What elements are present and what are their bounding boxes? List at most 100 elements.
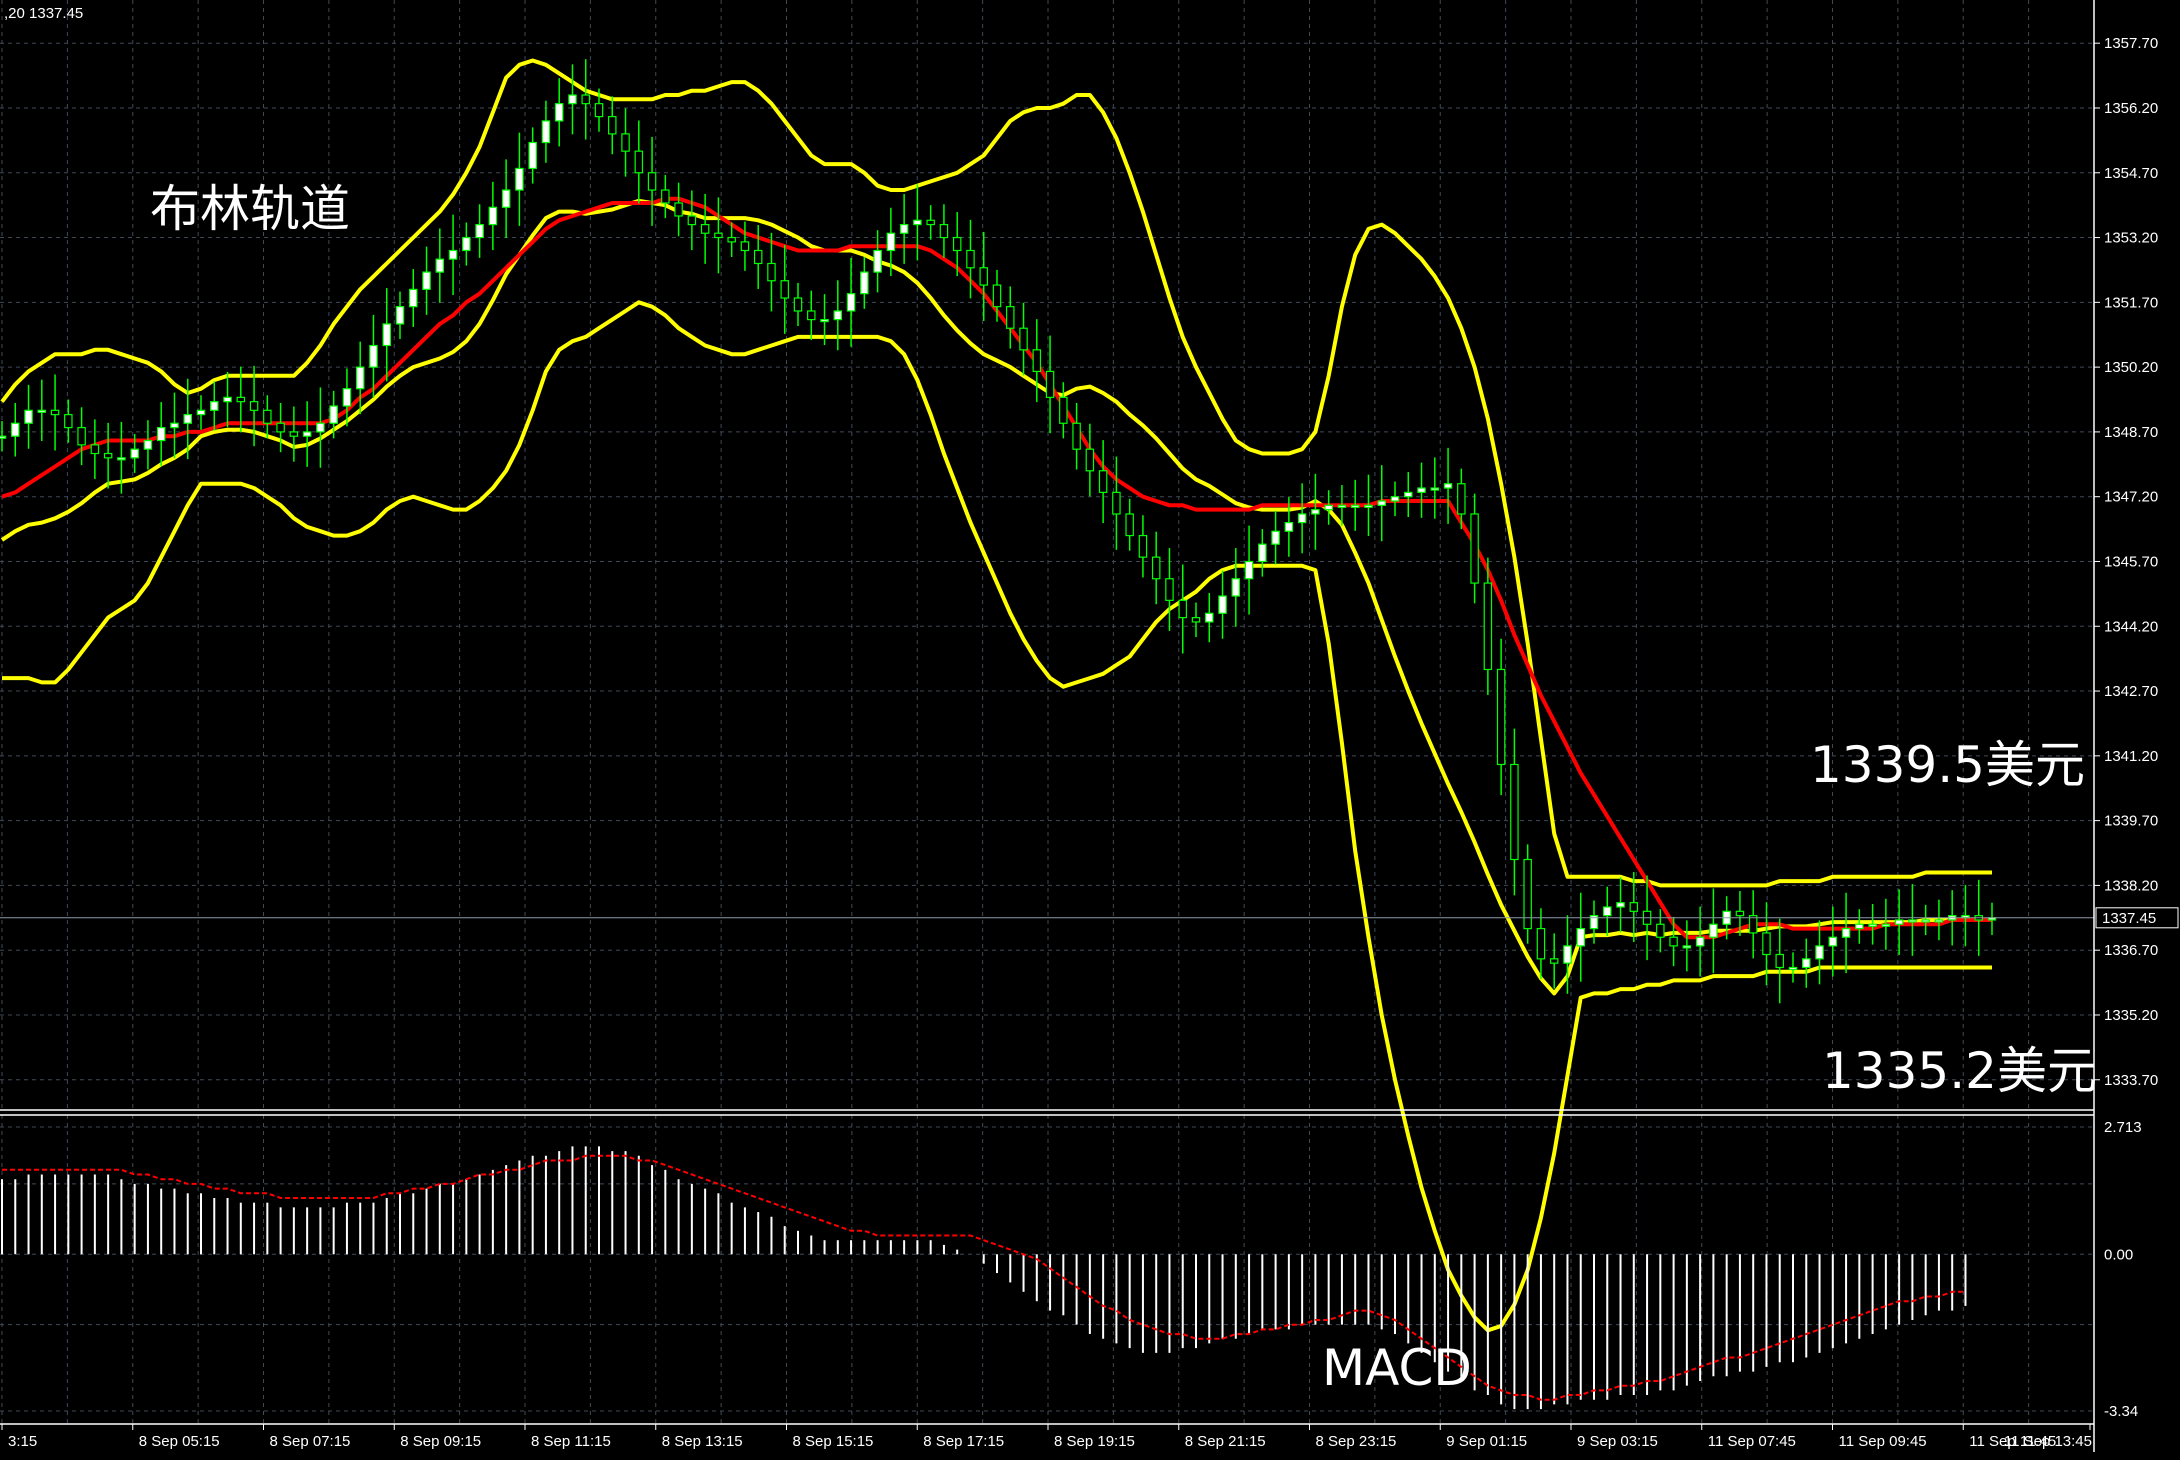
candle-body <box>979 267 988 286</box>
macd-tick-label: -3.34 <box>2104 1403 2138 1420</box>
price-tick-label: 1333.70 <box>2104 1072 2158 1089</box>
candle-body <box>939 223 949 239</box>
candle-body <box>515 167 524 191</box>
time-tick-label: 9 Sep 01:15 <box>1446 1433 1527 1450</box>
price-tick-label: 1339.70 <box>2104 813 2158 830</box>
trading-chart: 1357.70 1356.20 1354.70 1353.20 1351.70 1350.… <box>0 0 2180 1460</box>
macd-label: MACD <box>1322 1339 1472 1397</box>
candle-body <box>1496 668 1506 766</box>
candle-body <box>1855 923 1864 930</box>
time-tick-label: 8 Sep 13:15 <box>662 1433 743 1450</box>
candle-body <box>263 409 272 424</box>
candle-body <box>64 414 73 429</box>
time-tick-label: 8 Sep 23:15 <box>1316 1433 1397 1450</box>
price-tick-label: 1356.20 <box>2104 100 2158 117</box>
candle-body <box>156 426 166 442</box>
candle-body <box>1576 927 1585 947</box>
candle-body <box>674 202 683 217</box>
candle-body <box>952 236 962 252</box>
candle-body <box>1483 582 1493 671</box>
candle-body <box>1802 958 1811 969</box>
candle-body <box>966 249 975 269</box>
candle-body <box>117 457 126 461</box>
candle-body <box>860 271 869 295</box>
candle-body <box>621 133 630 152</box>
price-tick-label: 1342.70 <box>2104 683 2158 700</box>
candle-body <box>1165 578 1174 601</box>
upper-band-label: 1339.5美元 <box>1810 736 2085 794</box>
candle-body <box>714 232 723 239</box>
price-tick-label: 1336.70 <box>2104 942 2158 959</box>
price-tick-label: 1344.20 <box>2104 618 2158 635</box>
macd-tick-label: 2.713 <box>2104 1119 2142 1136</box>
candle-body <box>130 448 139 459</box>
candle-body <box>1656 923 1665 938</box>
price-tick-label: 1354.70 <box>2104 165 2158 182</box>
candle-body <box>236 396 246 403</box>
candle-body <box>24 409 33 424</box>
candle-body <box>1894 919 1904 925</box>
candle-body <box>1098 470 1108 493</box>
candle-body <box>355 366 365 390</box>
candle-body <box>1244 560 1254 580</box>
time-tick-label: 11 Sep 13:45 <box>2004 1433 2092 1450</box>
bollinger-title: 布林轨道 <box>150 180 350 238</box>
candle-body <box>462 236 471 252</box>
candle-body <box>488 206 498 226</box>
candle-body <box>807 310 816 321</box>
candle-body <box>753 249 763 265</box>
price-tick-label: 1353.20 <box>2104 230 2158 247</box>
candle-body <box>1669 936 1678 947</box>
candle-body <box>1006 306 1015 329</box>
candle-body <box>1775 953 1784 969</box>
candle-body <box>1828 936 1838 947</box>
candle-body <box>210 401 219 411</box>
candle-body <box>1377 500 1386 506</box>
price-info-header: ,20 1337.45 <box>4 5 83 22</box>
candle-body <box>1470 513 1479 584</box>
candle-body <box>1934 919 1944 923</box>
candle-body <box>1735 910 1745 917</box>
candle-body <box>1032 349 1042 373</box>
candle-body <box>342 388 352 407</box>
candle-body <box>289 431 299 437</box>
candle-body <box>1443 483 1453 489</box>
candle-body <box>448 249 458 260</box>
candle-body <box>249 401 259 411</box>
candle-body <box>1112 491 1121 515</box>
candle-body <box>1430 487 1440 491</box>
candle-body <box>1337 504 1347 508</box>
price-tick-label: 1351.70 <box>2104 294 2158 311</box>
price-tick-label: 1350.20 <box>2104 359 2158 376</box>
lower-band-label: 1335.2美元 <box>1822 1042 2097 1100</box>
price-tick-label: 1338.20 <box>2104 877 2158 894</box>
candle-body <box>700 223 710 234</box>
time-tick-label: 8 Sep 11:15 <box>531 1433 611 1450</box>
candle-body <box>1709 923 1718 938</box>
candle-body <box>873 249 882 273</box>
candle-body <box>1019 327 1028 351</box>
time-tick-label: 8 Sep 15:15 <box>793 1433 874 1450</box>
candle-body <box>767 262 776 282</box>
candle-body <box>1350 504 1360 508</box>
candle-body <box>183 414 192 424</box>
time-tick-label: 8 Sep 07:15 <box>270 1433 351 1450</box>
candle-body <box>1536 927 1546 960</box>
candle-body <box>1205 612 1214 623</box>
candle-body <box>475 223 484 239</box>
time-tick-label: 9 Sep 03:15 <box>1577 1433 1658 1450</box>
candle-body <box>422 271 431 290</box>
candle-body <box>369 344 378 368</box>
candle-body <box>1695 936 1705 947</box>
candle-body <box>1404 491 1413 498</box>
candle-body <box>1151 556 1161 580</box>
candle-body <box>170 422 179 429</box>
candle-body <box>1311 509 1320 515</box>
candle-body <box>661 189 670 204</box>
candle-body <box>1510 763 1519 861</box>
candle-body <box>1881 923 1891 927</box>
macd-tick-label: 0.00 <box>2104 1246 2133 1263</box>
candle-body <box>1815 945 1824 960</box>
candle-body <box>302 431 312 437</box>
candle-body <box>1231 578 1241 597</box>
